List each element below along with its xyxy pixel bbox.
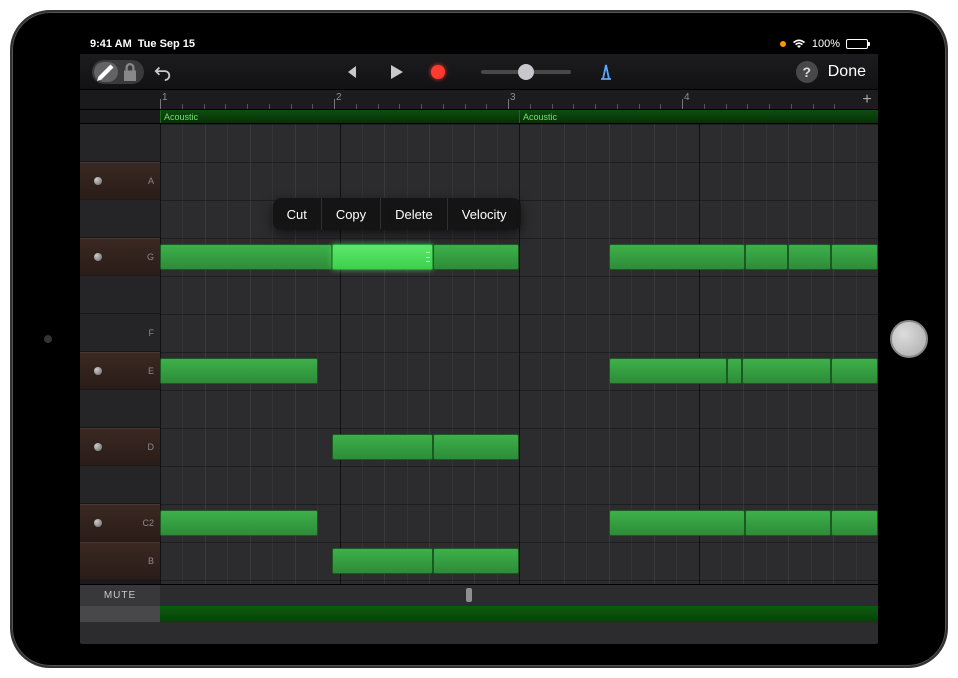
region-label[interactable]: Acoustic	[519, 110, 878, 123]
midi-note[interactable]	[831, 510, 878, 536]
home-button[interactable]	[890, 320, 928, 358]
context-menu-item[interactable]: Copy	[322, 198, 381, 230]
add-bar-button[interactable]: +	[856, 90, 878, 109]
midi-note[interactable]	[831, 244, 878, 270]
fret-row	[80, 390, 160, 428]
camera-icon	[44, 335, 52, 343]
ruler-bar-number: 1	[162, 92, 168, 103]
volume-thumb[interactable]	[518, 64, 534, 80]
battery-icon	[846, 39, 868, 49]
midi-note[interactable]	[332, 434, 433, 460]
ruler-bar-number: 2	[336, 92, 342, 103]
fret-label: C2	[142, 518, 154, 528]
ruler-gutter	[80, 90, 160, 109]
fret-dot-icon	[94, 177, 102, 185]
midi-note[interactable]	[160, 244, 332, 270]
fret-row: E	[80, 352, 160, 390]
fret-dot-icon	[94, 367, 102, 375]
ruler-track[interactable]: 1 2 3 4	[160, 90, 856, 109]
ruler-bar-number: 4	[684, 92, 690, 103]
undo-button[interactable]	[154, 63, 172, 81]
mute-row: MUTE	[80, 584, 878, 606]
region-track[interactable]: AcousticAcoustic	[160, 110, 878, 123]
midi-note[interactable]	[609, 358, 727, 384]
fret-dot-icon	[94, 443, 102, 451]
midi-note[interactable]	[160, 510, 318, 536]
midi-note[interactable]	[609, 244, 745, 270]
overview-strip[interactable]	[80, 606, 878, 622]
midi-note[interactable]	[745, 510, 831, 536]
midi-note[interactable]	[609, 510, 745, 536]
status-date: Tue Sep 15	[138, 38, 195, 50]
midi-note[interactable]	[742, 358, 832, 384]
status-time: 9:41 AM	[90, 38, 132, 50]
fretboard: A G F E D C2 B	[80, 124, 160, 584]
midi-note[interactable]	[160, 358, 318, 384]
midi-note[interactable]	[433, 244, 519, 270]
fret-label: F	[149, 328, 155, 338]
ruler-bar-number: 3	[510, 92, 516, 103]
piano-roll: A G F E D C2 B CutCopyDeleteVelocity	[80, 124, 878, 584]
ruler[interactable]: 1 2 3 4 +	[80, 90, 878, 110]
context-menu-item[interactable]: Velocity	[448, 198, 521, 230]
fret-label: A	[148, 176, 154, 186]
region-label[interactable]: Acoustic	[160, 110, 519, 123]
region-header: AcousticAcoustic	[80, 110, 878, 124]
context-menu-item[interactable]: Cut	[273, 198, 322, 230]
fret-row: D	[80, 428, 160, 466]
toolbar: ? Done	[80, 54, 878, 90]
recording-indicator-icon	[780, 41, 786, 47]
note-resize-handle[interactable]	[426, 252, 430, 262]
pencil-icon[interactable]	[94, 62, 118, 82]
fret-row: F	[80, 314, 160, 352]
done-button[interactable]: Done	[828, 63, 866, 81]
metronome-button[interactable]	[597, 63, 615, 81]
midi-note[interactable]	[433, 434, 519, 460]
help-button[interactable]: ?	[796, 61, 818, 83]
rewind-button[interactable]	[343, 63, 361, 81]
midi-note[interactable]	[788, 244, 831, 270]
fret-row: A	[80, 162, 160, 200]
midi-note[interactable]	[831, 358, 878, 384]
fret-label: G	[147, 252, 154, 262]
midi-note[interactable]	[332, 548, 433, 574]
mute-track[interactable]	[160, 585, 878, 606]
fret-row: G	[80, 238, 160, 276]
fret-label: B	[148, 556, 154, 566]
fret-label: E	[148, 366, 154, 376]
playhead-marker[interactable]	[466, 588, 472, 602]
battery-percent: 100%	[812, 38, 840, 50]
status-bar: 9:41 AM Tue Sep 15 100%	[80, 34, 878, 54]
fret-row	[80, 276, 160, 314]
play-button[interactable]	[387, 63, 405, 81]
screen: 9:41 AM Tue Sep 15 100%	[80, 34, 878, 644]
midi-note[interactable]	[433, 548, 519, 574]
midi-note[interactable]	[745, 244, 788, 270]
note-grid[interactable]: CutCopyDeleteVelocity	[160, 124, 878, 584]
fret-row: C2	[80, 504, 160, 542]
ipad-frame: 9:41 AM Tue Sep 15 100%	[10, 10, 948, 668]
volume-slider[interactable]	[481, 70, 571, 74]
edit-mode-toggle[interactable]	[92, 60, 144, 84]
midi-note[interactable]	[332, 244, 433, 270]
fret-row: B	[80, 542, 160, 580]
mute-button[interactable]: MUTE	[80, 585, 160, 606]
fret-label: D	[148, 442, 155, 452]
context-menu-item[interactable]: Delete	[381, 198, 448, 230]
wifi-icon	[792, 39, 806, 49]
lock-icon[interactable]	[118, 62, 142, 82]
fret-dot-icon	[94, 519, 102, 527]
fret-row	[80, 200, 160, 238]
record-button[interactable]	[431, 65, 445, 79]
context-menu: CutCopyDeleteVelocity	[273, 198, 521, 230]
fret-row	[80, 124, 160, 162]
midi-note[interactable]	[727, 358, 741, 384]
fret-row	[80, 466, 160, 504]
fret-dot-icon	[94, 253, 102, 261]
